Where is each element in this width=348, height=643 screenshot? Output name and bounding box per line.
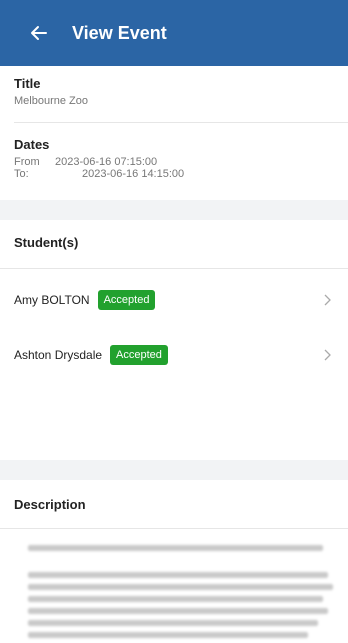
dates-label: Dates [14, 137, 50, 152]
date-from-value: 2023-06-16 07:15:00 [55, 156, 158, 168]
student-name: Ashton Drysdale [14, 348, 103, 362]
back-arrow-icon[interactable] [28, 22, 50, 44]
description-header: Description [14, 497, 348, 512]
status-badge: Accepted [97, 290, 156, 310]
students-header: Student(s) [14, 235, 348, 250]
section-separator [0, 460, 348, 480]
status-badge: Accepted [110, 345, 168, 365]
title-value: Melbourne Zoo [14, 95, 88, 107]
chevron-right-icon [324, 349, 331, 361]
student-row-amy-bolton[interactable]: Amy BOLTON Accepted [0, 276, 348, 324]
student-name: Amy BOLTON [14, 293, 90, 307]
students-label: Student(s) [14, 235, 79, 250]
title-label: Title [14, 76, 41, 91]
dates-section: Dates From 2023-06-16 07:15:00 To: 2023-… [14, 137, 348, 180]
date-to-row: To: 2023-06-16 14:15:00 [14, 168, 348, 180]
date-from-row: From 2023-06-16 07:15:00 [14, 156, 348, 168]
page-title: View Event [72, 22, 167, 43]
description-label: Description [14, 497, 86, 512]
chevron-right-icon [324, 294, 331, 306]
date-from-label: From [14, 156, 40, 168]
divider [0, 528, 348, 529]
date-to-value: 2023-06-16 14:15:00 [82, 168, 185, 180]
app-bar: View Event [0, 0, 348, 66]
divider [14, 122, 348, 123]
section-separator [0, 200, 348, 220]
date-to-label: To: [14, 168, 29, 180]
title-section: Title Melbourne Zoo [14, 76, 348, 107]
divider [0, 268, 348, 269]
student-row-ashton-drysdale[interactable]: Ashton Drysdale Accepted [0, 331, 348, 379]
